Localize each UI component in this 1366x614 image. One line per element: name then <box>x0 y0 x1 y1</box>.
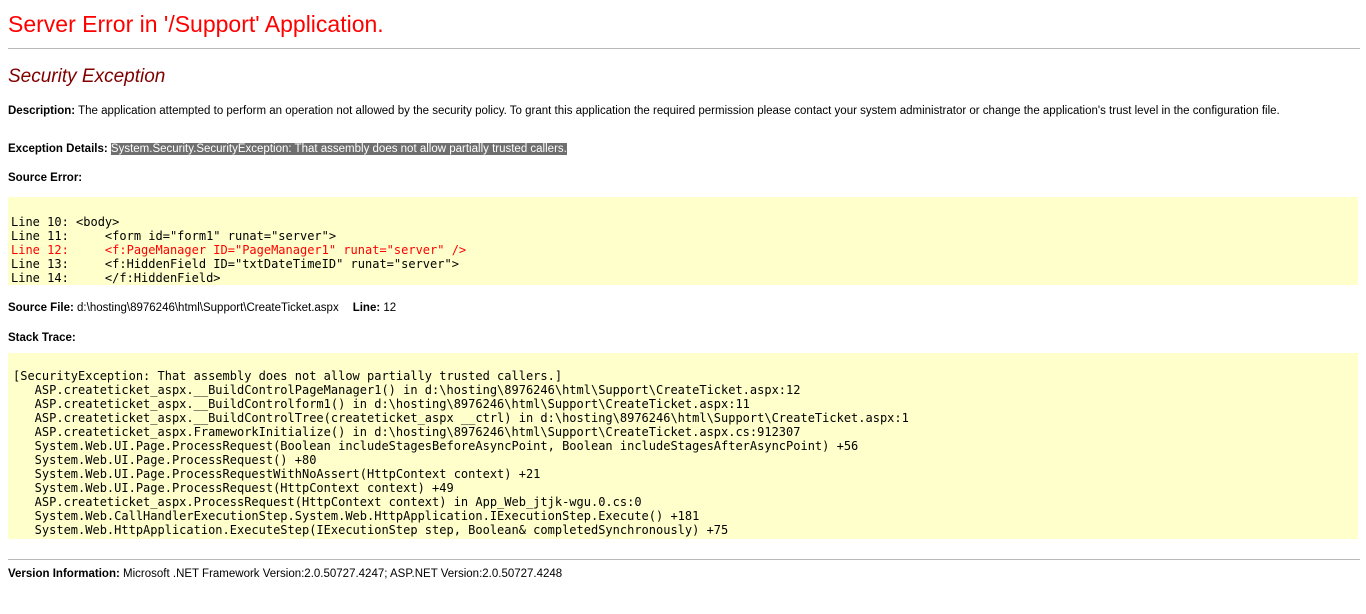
stack-line: System.Web.UI.Page.ProcessRequest(HttpCo… <box>13 481 454 495</box>
source-error-code[interactable]: Line 10: <body> Line 11: <form id="form1"… <box>8 197 1358 285</box>
source-line: Line 11: <form id="form1" runat="server"… <box>11 229 337 243</box>
exception-details: Exception Details: System.Security.Secur… <box>8 142 1360 171</box>
version-label: Version Information: <box>8 568 120 580</box>
page-title: Server Error in '/Support' Application. <box>8 11 384 37</box>
exception-details-text[interactable]: System.Security.SecurityException: That … <box>110 143 567 155</box>
stack-line: System.Web.UI.Page.ProcessRequestWithNoA… <box>13 467 541 481</box>
stack-line: [SecurityException: That assembly does n… <box>13 369 563 383</box>
source-line: Line 14: </f:HiddenField> <box>11 271 221 285</box>
stack-line: ASP.createticket_aspx.FrameworkInitializ… <box>13 425 801 439</box>
source-line: Line 10: <body> <box>11 215 120 229</box>
error-page: Server Error in '/Support' Application. … <box>8 0 1360 581</box>
stack-line: System.Web.HttpApplication.ExecuteStep(I… <box>13 523 729 537</box>
stack-line: ASP.createticket_aspx.__BuildControlTree… <box>13 411 909 425</box>
source-file: Source File: d:\hosting\8976246\html\Sup… <box>8 301 1360 331</box>
source-file-label: Source File: <box>8 302 74 314</box>
stack-trace-label: Stack Trace: <box>8 331 1360 353</box>
source-file-path: d:\hosting\8976246\html\Support\CreateTi… <box>77 302 339 314</box>
stack-line: System.Web.UI.Page.ProcessRequest() +80 <box>13 453 317 467</box>
stack-line: ASP.createticket_aspx.ProcessRequest(Htt… <box>13 495 642 509</box>
description-label: Description: <box>8 105 76 117</box>
source-line-error: Line 12: <f:PageManager ID="PageManager1… <box>11 243 467 257</box>
stack-trace-code[interactable]: [SecurityException: That assembly does n… <box>8 353 1358 539</box>
source-line-label: Line: <box>352 302 381 314</box>
source-line: Line 13: <f:HiddenField ID="txtDateTimeI… <box>11 257 459 271</box>
stack-line: ASP.createticket_aspx.__BuildControlPage… <box>13 383 801 397</box>
source-line-number: 12 <box>383 302 397 314</box>
description-text: The application attempted to perform an … <box>78 105 1280 117</box>
source-error-heading: Source Error: <box>8 172 83 184</box>
stack-line: System.Web.UI.Page.ProcessRequest(Boolea… <box>13 439 859 453</box>
stack-trace-heading: Stack Trace: <box>8 332 76 344</box>
version-information: Version Information: Microsoft .NET Fram… <box>8 567 1360 581</box>
description: Description: The application attempted t… <box>8 104 1360 142</box>
stack-line: ASP.createticket_aspx.__BuildControlform… <box>13 397 750 411</box>
exception-title: Security Exception <box>8 66 166 87</box>
version-text: Microsoft .NET Framework Version:2.0.507… <box>123 568 563 580</box>
version-divider <box>8 559 1360 560</box>
stack-line: System.Web.CallHandlerExecutionStep.Syst… <box>13 509 700 523</box>
exception-details-label: Exception Details: <box>8 143 108 155</box>
source-error-label: Source Error: <box>8 171 1360 197</box>
